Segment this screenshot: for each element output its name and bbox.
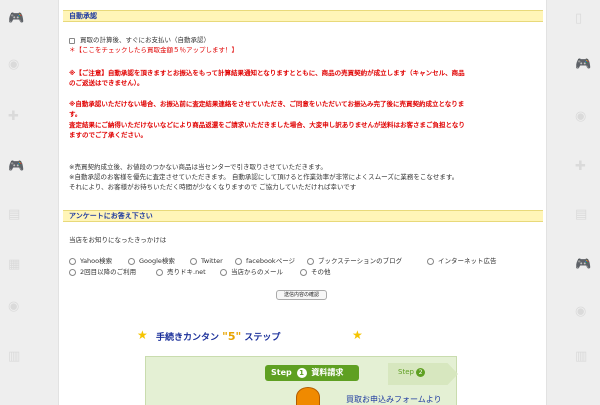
caution-note-line: ※【ご注意】自動承認を頂きますとお振込をもって計算結果通知となりますとともに、商… bbox=[69, 69, 465, 77]
radio-label: Twitter bbox=[201, 257, 223, 265]
steps-banner-title: 手続きカンタン "5" ステップ bbox=[156, 330, 280, 343]
radio-label: facebookページ bbox=[246, 257, 296, 265]
bg-remote-icon: ▯ bbox=[575, 11, 583, 26]
mascot-icon bbox=[296, 387, 320, 405]
step2-label: Step bbox=[398, 368, 414, 376]
auto-approval-checkbox[interactable] bbox=[69, 38, 75, 44]
section-header-survey: アンケートにお答え下さい bbox=[63, 210, 543, 222]
bg-controller-icon: ✚ bbox=[8, 109, 19, 124]
manual-note-line: ますのでご了承ください。 bbox=[69, 131, 147, 139]
step1-tab[interactable]: Step 1 資料請求 bbox=[265, 365, 359, 381]
radio-label: Yahoo検索 bbox=[80, 257, 113, 265]
banner-title-pre: 手続きカンタン bbox=[156, 333, 220, 343]
radio-internet-ad[interactable] bbox=[427, 258, 434, 265]
bg-handheld-icon: ▥ bbox=[8, 349, 21, 364]
radio-uridoki[interactable] bbox=[156, 269, 163, 276]
star-icon: ★ bbox=[352, 328, 363, 342]
form-instruction: 買取お申込みフォームより bbox=[346, 395, 442, 404]
bg-gamepad-icon: 🎮 bbox=[575, 257, 592, 272]
radio-facebook[interactable] bbox=[235, 258, 242, 265]
step1-label: Step bbox=[271, 368, 292, 377]
info-line: ※自動承認のお客様を優先に査定させていただきます。 自動承認にして頂けると作業効… bbox=[69, 173, 459, 181]
section-title: 自動承認 bbox=[69, 12, 97, 20]
radio-other[interactable] bbox=[300, 269, 307, 276]
bg-handheld-icon: ▥ bbox=[575, 349, 588, 364]
star-icon: ★ bbox=[137, 328, 148, 342]
bg-gamepad-icon: 🎮 bbox=[8, 159, 25, 174]
step2-tab[interactable]: Step 2 bbox=[398, 368, 426, 377]
step2-number: 2 bbox=[416, 368, 426, 377]
bg-gamepad-icon: 🎮 bbox=[8, 11, 25, 26]
steps-panel: Step 1 資料請求 Step 2 買取お申込みフォームより bbox=[145, 356, 458, 405]
info-line: それにより、お客様がお待ちいただく時間が少なくなりますので ご協力していただけれ… bbox=[69, 183, 357, 191]
radio-label: 売りドキ.net bbox=[167, 268, 206, 276]
bg-disc-icon: ◉ bbox=[575, 304, 587, 319]
section-title: アンケートにお答え下さい bbox=[69, 212, 153, 220]
radio-label: 当店からのメール bbox=[231, 268, 283, 276]
step1-number: 1 bbox=[296, 368, 307, 378]
radio-label: 2回目以降のご利用 bbox=[80, 268, 137, 276]
radio-label: Google検索 bbox=[139, 257, 175, 265]
bg-handheld-icon: ▦ bbox=[8, 257, 21, 272]
auto-approval-label: 買取の計算後、すぐにお支払い（自動承認） bbox=[80, 36, 210, 44]
info-line: ※売買契約成立後、お値段のつかない商品は当センターで引き取りさせていただきます。 bbox=[69, 163, 327, 171]
bg-cart-icon: ▤ bbox=[8, 207, 21, 222]
confirm-submit-button[interactable]: 送信内容の確認 bbox=[276, 290, 327, 300]
radio-blog[interactable] bbox=[307, 258, 314, 265]
main-content: 自動承認 買取の計算後、すぐにお支払い（自動承認） ＊【ここをチェックしたら買取… bbox=[58, 0, 547, 405]
step1-text: 資料請求 bbox=[311, 368, 344, 377]
radio-label: その他 bbox=[311, 268, 331, 276]
bg-disc-icon: ◉ bbox=[8, 57, 20, 72]
banner-title-post: ステップ bbox=[244, 333, 281, 343]
section-header-auto-approval: 自動承認 bbox=[63, 10, 543, 22]
manual-note-line: す。 bbox=[69, 110, 82, 118]
manual-note-line: 査定結果にご納得いただけないなどにより商品返還をご請求いただきました場合、大変申… bbox=[69, 121, 465, 129]
bg-disc-icon: ◉ bbox=[575, 109, 587, 124]
bg-disc-icon: ◉ bbox=[8, 299, 20, 314]
radio-store-email[interactable] bbox=[220, 269, 227, 276]
radio-label: インターネット広告 bbox=[438, 257, 497, 265]
radio-repeat-use[interactable] bbox=[69, 269, 76, 276]
caution-note-line: のご返送はできません）。 bbox=[69, 79, 144, 87]
bg-controller-icon: ✚ bbox=[575, 159, 586, 174]
radio-label: ブックステーションのブログ bbox=[318, 257, 403, 265]
radio-twitter[interactable] bbox=[190, 258, 197, 265]
banner-title-number: "5" bbox=[222, 330, 242, 343]
radio-google[interactable] bbox=[128, 258, 135, 265]
bg-cart-icon: ▤ bbox=[575, 207, 588, 222]
manual-note-line: ※自動承認いただけない場合、お振込前に査定結果連絡をさせていただき、ご同意をいた… bbox=[69, 100, 465, 108]
radio-yahoo[interactable] bbox=[69, 258, 76, 265]
survey-question: 当店をお知りになったきっかけは bbox=[69, 236, 167, 244]
bg-gamepad-icon: 🎮 bbox=[575, 57, 592, 72]
bonus-note: ＊【ここをチェックしたら買取金額５％アップします！】 bbox=[69, 46, 238, 54]
